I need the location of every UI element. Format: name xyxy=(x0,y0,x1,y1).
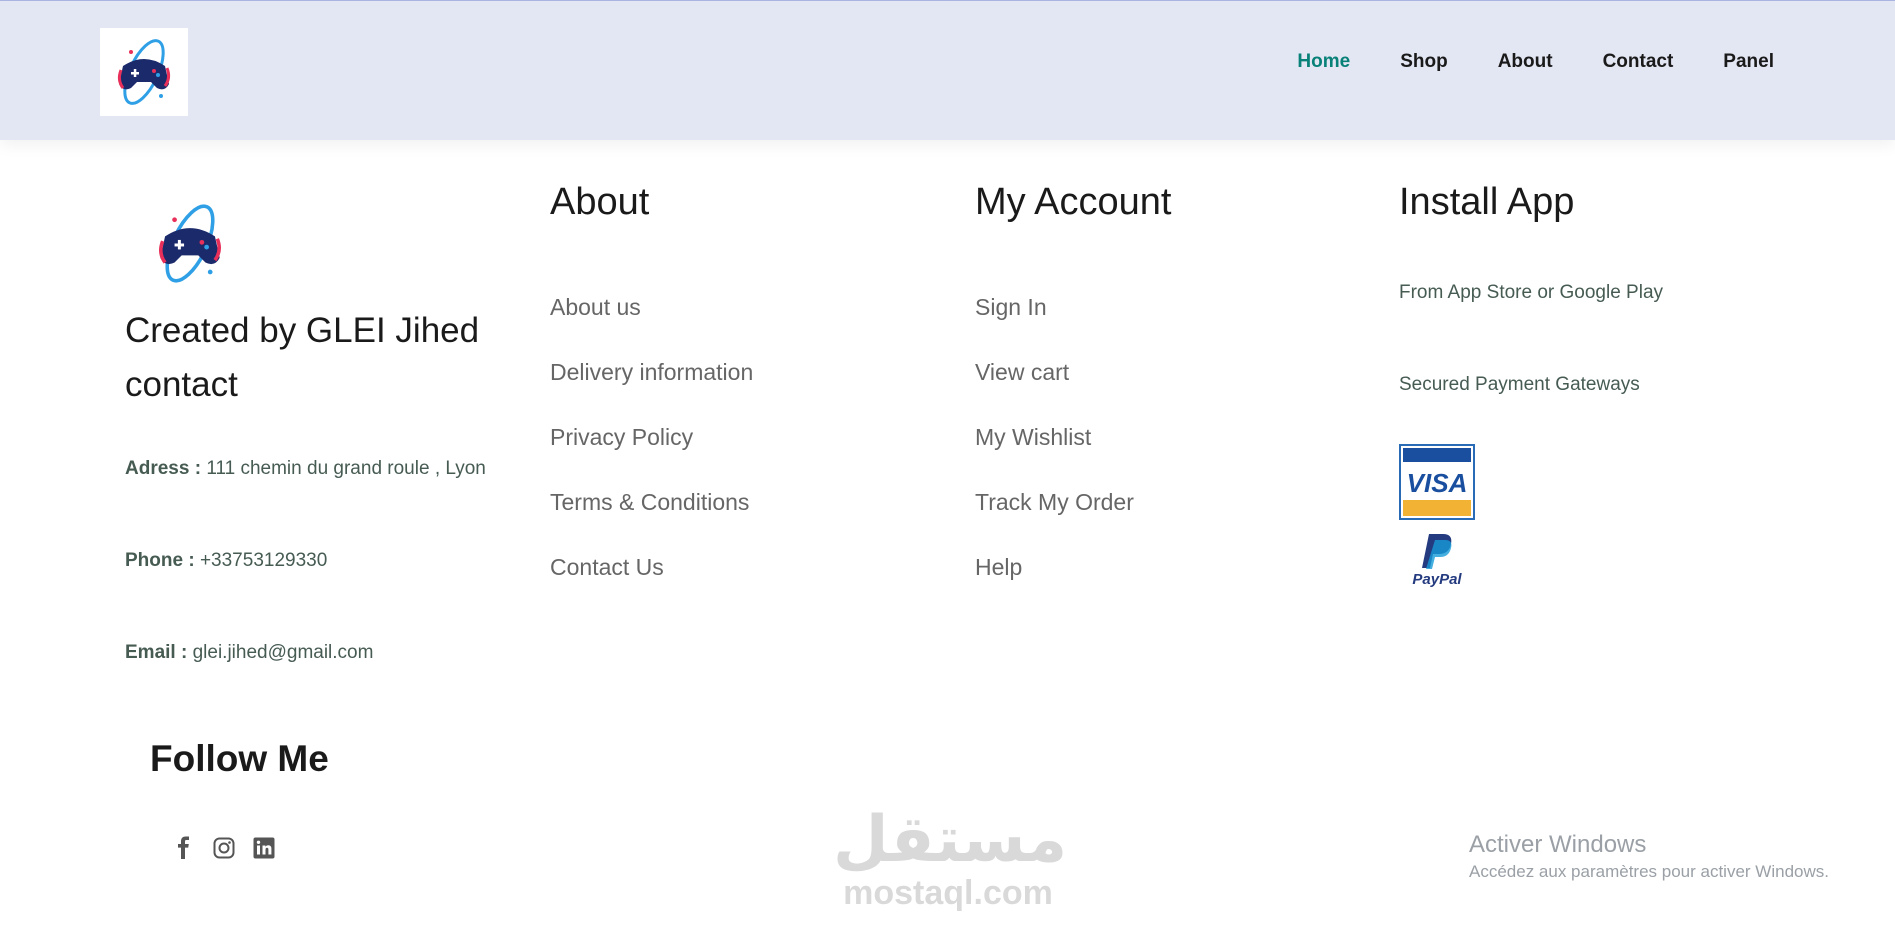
windows-activation-notice: Activer Windows Accédez aux paramètres p… xyxy=(1469,830,1829,884)
sign-in-link[interactable]: Sign In xyxy=(975,294,1047,321)
footer-contact-column: Created by GLEI Jihed contact Adress : 1… xyxy=(125,180,525,663)
phone-label: Phone : xyxy=(125,550,195,571)
watermark-arabic: مستقل xyxy=(833,803,1068,877)
site-header: Home Shop About Contact Panel xyxy=(0,0,1895,140)
contact-us-link[interactable]: Contact Us xyxy=(550,554,664,581)
watermark-latin: mostaql.com xyxy=(843,874,1053,912)
mostaql-watermark: مستقل mostaql.com xyxy=(833,803,1068,912)
footer-install-column: Install App From App Store or Google Pla… xyxy=(1399,180,1663,588)
footer-about-column: About About us Delivery information Priv… xyxy=(550,180,753,580)
activation-title: Activer Windows xyxy=(1469,831,1647,858)
about-us-link[interactable]: About us xyxy=(550,294,641,321)
nav-home[interactable]: Home xyxy=(1297,51,1350,73)
nav-panel[interactable]: Panel xyxy=(1723,51,1774,73)
main-nav: Home Shop About Contact Panel xyxy=(1247,51,1774,73)
visa-logo: VISA xyxy=(1399,444,1475,520)
account-title: My Account xyxy=(975,181,1172,223)
created-by-text: Created by GLEI Jihed contact xyxy=(125,311,480,404)
header-logo[interactable] xyxy=(100,28,188,116)
payment-gateways-text: Secured Payment Gateways xyxy=(1399,374,1640,395)
email-value: glei.jihed@gmail.com xyxy=(192,642,374,663)
visa-text: VISA xyxy=(1407,468,1468,498)
gamepad-logo-icon xyxy=(159,204,221,283)
address-value: 111 chemin du grand roule , Lyon xyxy=(206,458,486,479)
phone-value: +33753129330 xyxy=(199,550,328,571)
email-label: Email : xyxy=(125,642,188,663)
social-links xyxy=(172,836,292,860)
phone-line: Phone : +33753129330 xyxy=(125,550,327,572)
email-line: Email : glei.jihed@gmail.com xyxy=(125,642,373,664)
gamepad-logo-icon xyxy=(117,39,171,105)
footer-account-column: My Account Sign In View cart My Wishlist… xyxy=(975,180,1172,580)
visa-icon: VISA xyxy=(1403,448,1471,516)
about-title: About xyxy=(550,181,650,223)
track-order-link[interactable]: Track My Order xyxy=(975,489,1134,516)
nav-about[interactable]: About xyxy=(1498,51,1553,73)
instagram-icon[interactable] xyxy=(212,836,236,860)
paypal-logo: PayPal xyxy=(1405,530,1469,588)
app-store-text: From App Store or Google Play xyxy=(1399,282,1664,303)
privacy-policy-link[interactable]: Privacy Policy xyxy=(550,424,693,451)
follow-me-title: Follow Me xyxy=(150,738,329,779)
facebook-icon[interactable] xyxy=(172,836,196,860)
address-line: Adress : 111 chemin du grand roule , Lyo… xyxy=(125,458,486,480)
nav-shop[interactable]: Shop xyxy=(1400,51,1448,73)
view-cart-link[interactable]: View cart xyxy=(975,359,1069,386)
paypal-text: PayPal xyxy=(1412,571,1462,588)
address-label: Adress : xyxy=(125,458,202,479)
paypal-icon: PayPal xyxy=(1412,534,1462,588)
nav-contact[interactable]: Contact xyxy=(1603,51,1674,73)
terms-link[interactable]: Terms & Conditions xyxy=(550,489,749,516)
wishlist-link[interactable]: My Wishlist xyxy=(975,424,1091,451)
activation-subtitle: Accédez aux paramètres pour activer Wind… xyxy=(1469,862,1829,881)
delivery-info-link[interactable]: Delivery information xyxy=(550,359,753,386)
linkedin-icon[interactable] xyxy=(252,836,276,860)
help-link[interactable]: Help xyxy=(975,554,1022,581)
install-title: Install App xyxy=(1399,181,1575,223)
